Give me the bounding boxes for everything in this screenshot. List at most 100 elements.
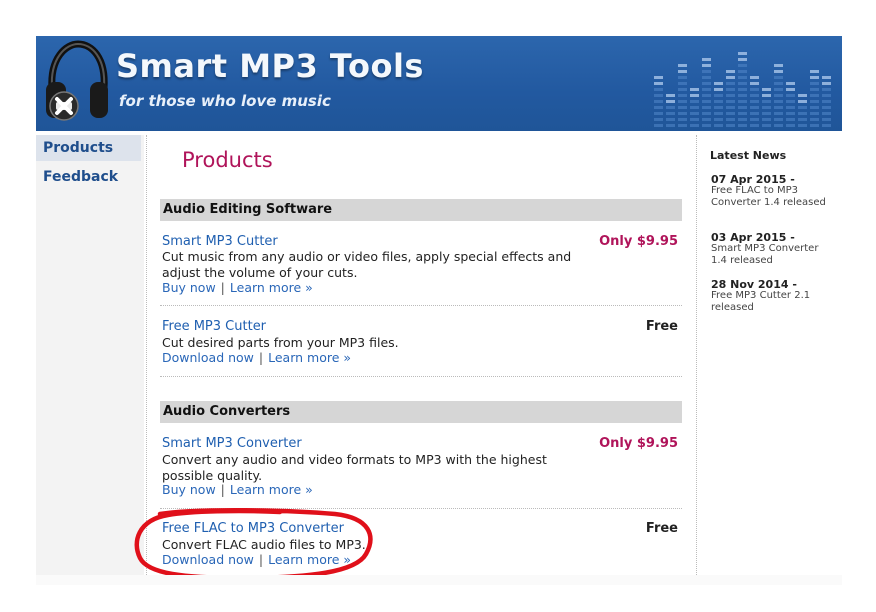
equalizer-segment — [714, 106, 723, 109]
equalizer-segment — [750, 88, 759, 91]
equalizer-segment — [762, 112, 771, 115]
equalizer-segment — [786, 82, 795, 85]
equalizer-segment — [654, 118, 663, 121]
equalizer-segment — [738, 112, 747, 115]
equalizer-segment — [666, 94, 675, 97]
equalizer-segment — [714, 112, 723, 115]
equalizer-segment — [774, 118, 783, 121]
equalizer-segment — [666, 118, 675, 121]
equalizer-segment — [678, 100, 687, 103]
equalizer-segment — [690, 106, 699, 109]
equalizer-segment — [738, 88, 747, 91]
page-title: Products — [182, 148, 273, 172]
news-text[interactable]: Free MP3 Cutter 2.1 released — [711, 290, 831, 313]
link-separator: | — [258, 350, 264, 365]
equalizer-bars-icon — [654, 52, 831, 127]
equalizer-segment — [786, 106, 795, 109]
equalizer-segment — [702, 76, 711, 79]
equalizer-segment — [774, 106, 783, 109]
equalizer-segment — [738, 118, 747, 121]
equalizer-segment — [762, 94, 771, 97]
equalizer-segment — [726, 112, 735, 115]
equalizer-segment — [774, 88, 783, 91]
equalizer-segment — [678, 88, 687, 91]
product-description: Cut desired parts from your MP3 files. — [162, 335, 399, 350]
site-title: Smart MP3 Tools — [116, 47, 424, 85]
buy-now-link[interactable]: Buy now — [162, 482, 216, 497]
equalizer-segment — [762, 100, 771, 103]
sidebar-item-products[interactable]: Products — [36, 135, 141, 161]
latest-news-heading: Latest News — [710, 149, 787, 162]
equalizer-segment — [690, 94, 699, 97]
equalizer-segment — [798, 106, 807, 109]
equalizer-segment — [702, 106, 711, 109]
equalizer-segment — [702, 100, 711, 103]
learn-more-link[interactable]: Learn more » — [230, 482, 313, 497]
equalizer-segment — [702, 88, 711, 91]
learn-more-link[interactable]: Learn more » — [230, 280, 313, 295]
equalizer-segment — [774, 124, 783, 127]
equalizer-segment — [726, 82, 735, 85]
equalizer-segment — [738, 52, 747, 55]
headphones-icon — [46, 40, 108, 121]
link-separator: | — [220, 280, 225, 295]
equalizer-segment — [774, 112, 783, 115]
equalizer-segment — [786, 94, 795, 97]
equalizer-segment — [810, 76, 819, 79]
equalizer-segment — [786, 112, 795, 115]
equalizer-segment — [678, 70, 687, 73]
equalizer-segment — [750, 124, 759, 127]
equalizer-segment — [690, 112, 699, 115]
equalizer-segment — [678, 82, 687, 85]
equalizer-segment — [798, 94, 807, 97]
equalizer-segment — [750, 82, 759, 85]
equalizer-segment — [678, 124, 687, 127]
product-name-smart-mp3-cutter[interactable]: Smart MP3 Cutter — [162, 234, 278, 249]
product-name-smart-mp3-converter[interactable]: Smart MP3 Converter — [162, 436, 302, 451]
sidebar-item-feedback[interactable]: Feedback — [36, 164, 141, 190]
equalizer-segment — [702, 124, 711, 127]
news-text[interactable]: Free FLAC to MP3 Converter 1.4 released — [711, 185, 831, 208]
equalizer-segment — [810, 94, 819, 97]
equalizer-segment — [774, 70, 783, 73]
equalizer-segment — [738, 100, 747, 103]
product-price: Free — [645, 319, 678, 334]
equalizer-segment — [822, 94, 831, 97]
equalizer-segment — [738, 82, 747, 85]
product-price: Only $9.95 — [599, 436, 678, 451]
product-name-free-mp3-cutter[interactable]: Free MP3 Cutter — [162, 319, 266, 334]
red-highlight-circle — [134, 507, 373, 581]
equalizer-segment — [786, 118, 795, 121]
equalizer-segment — [798, 100, 807, 103]
equalizer-segment — [678, 106, 687, 109]
equalizer-segment — [786, 100, 795, 103]
product-links: Download now | Learn more » — [162, 350, 351, 365]
news-text[interactable]: Smart MP3 Converter 1.4 released — [711, 243, 831, 266]
learn-more-link[interactable]: Learn more » — [268, 350, 351, 365]
equalizer-segment — [726, 94, 735, 97]
section-header-audio-editing: Audio Editing Software — [160, 199, 682, 221]
equalizer-segment — [726, 100, 735, 103]
equalizer-segment — [702, 94, 711, 97]
equalizer-segment — [738, 106, 747, 109]
equalizer-segment — [750, 118, 759, 121]
equalizer-segment — [714, 94, 723, 97]
equalizer-segment — [738, 94, 747, 97]
buy-now-link[interactable]: Buy now — [162, 280, 216, 295]
equalizer-segment — [810, 112, 819, 115]
equalizer-segment — [666, 106, 675, 109]
download-now-link[interactable]: Download now — [162, 350, 254, 365]
equalizer-segment — [666, 112, 675, 115]
equalizer-segment — [810, 106, 819, 109]
equalizer-segment — [786, 88, 795, 91]
equalizer-segment — [822, 82, 831, 85]
equalizer-segment — [750, 76, 759, 79]
equalizer-segment — [654, 88, 663, 91]
product-links: Buy now | Learn more » — [162, 482, 313, 497]
equalizer-segment — [762, 124, 771, 127]
equalizer-segment — [702, 118, 711, 121]
equalizer-segment — [690, 124, 699, 127]
equalizer-segment — [726, 70, 735, 73]
equalizer-segment — [750, 106, 759, 109]
equalizer-segment — [774, 76, 783, 79]
